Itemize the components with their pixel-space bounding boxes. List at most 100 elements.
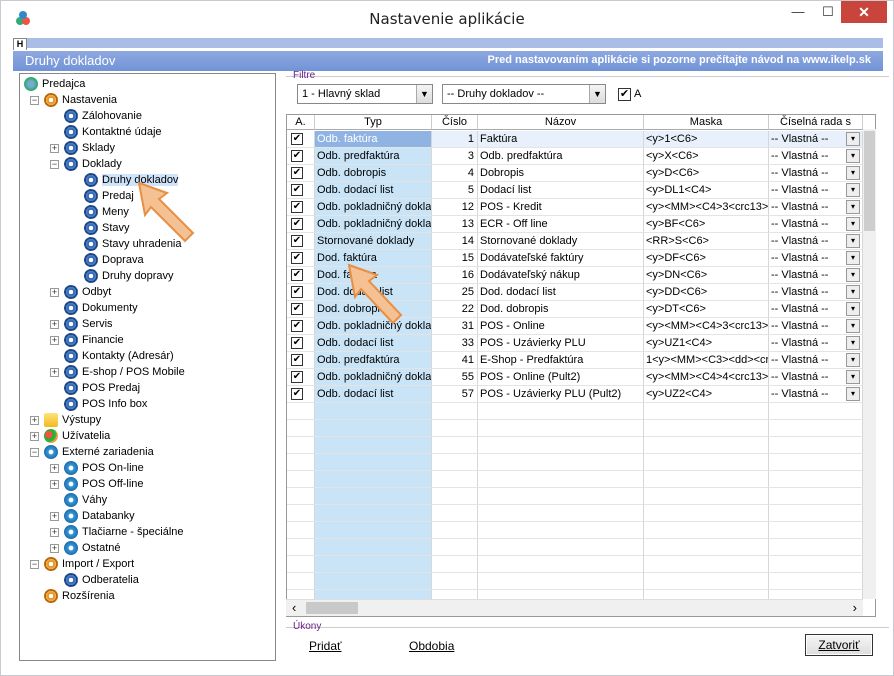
table-cell-rada[interactable]: -- Vlastná -- ▾: [769, 369, 863, 386]
tree-expander[interactable]: +: [50, 544, 59, 553]
tree-item[interactable]: POS Info box: [64, 396, 147, 412]
table-cell-rada[interactable]: -- Vlastná -- ▾: [769, 386, 863, 403]
tree-item[interactable]: Kontakty (Adresár): [64, 348, 174, 364]
vertical-scroll-thumb[interactable]: [864, 131, 875, 231]
tree-item[interactable]: Váhy: [64, 492, 107, 508]
table-cell-rada[interactable]: -- Vlastná -- ▾: [769, 352, 863, 369]
tree-expander[interactable]: +: [50, 336, 59, 345]
tree-expander[interactable]: +: [50, 288, 59, 297]
navigation-tree[interactable]: Predajca − Nastavenia Zálohovanie Kontaktné …: [19, 73, 276, 661]
table-cell-maska[interactable]: <y>DF<C6>: [644, 250, 769, 267]
chevron-down-icon[interactable]: ▾: [846, 251, 860, 265]
tree-item[interactable]: Užívatelia: [44, 428, 110, 444]
tree-item[interactable]: Odberatelia: [64, 572, 139, 588]
table-cell-rada[interactable]: -- Vlastná -- ▾: [769, 267, 863, 284]
table-cell-cislo[interactable]: 15: [432, 250, 478, 267]
table-cell-cislo[interactable]: 31: [432, 318, 478, 335]
table-cell-cislo[interactable]: 3: [432, 148, 478, 165]
table-cell-cislo[interactable]: 1: [432, 131, 478, 148]
table-cell-maska[interactable]: <y>DN<C6>: [644, 267, 769, 284]
menu-tab-h[interactable]: H: [13, 38, 27, 50]
table-cell-rada[interactable]: -- Vlastná -- ▾: [769, 165, 863, 182]
mask-column-header[interactable]: Maska: [644, 115, 769, 130]
chevron-down-icon[interactable]: ▾: [846, 132, 860, 146]
tree-expander[interactable]: −: [30, 448, 39, 457]
tree-expander[interactable]: −: [50, 160, 59, 169]
row-active-checkbox[interactable]: ✔: [291, 320, 303, 333]
table-cell-nazov[interactable]: ECR - Off line: [478, 216, 644, 233]
tree-item[interactable]: Databanky: [64, 508, 135, 524]
close-dialog-button[interactable]: Zatvoriť: [805, 634, 873, 656]
tree-item[interactable]: Doprava: [84, 252, 144, 268]
table-cell-maska[interactable]: <y>UZ2<C4>: [644, 386, 769, 403]
tree-expander[interactable]: +: [50, 320, 59, 329]
table-cell-nazov[interactable]: E-Shop - Predfaktúra: [478, 352, 644, 369]
table-cell-cislo[interactable]: 55: [432, 369, 478, 386]
active-column-header[interactable]: A.: [287, 115, 315, 130]
tree-item[interactable]: Financie: [64, 332, 124, 348]
tree-item[interactable]: POS Predaj: [64, 380, 140, 396]
row-active-checkbox[interactable]: ✔: [291, 371, 303, 384]
table-cell-nazov[interactable]: POS - Online (Pult2): [478, 369, 644, 386]
chevron-down-icon[interactable]: ▾: [846, 370, 860, 384]
table-cell-maska[interactable]: <y>D<C6>: [644, 165, 769, 182]
chevron-down-icon[interactable]: ▾: [846, 183, 860, 197]
row-active-checkbox[interactable]: ✔: [291, 252, 303, 265]
table-cell-cislo[interactable]: 12: [432, 199, 478, 216]
tree-item[interactable]: POS Off-line: [64, 476, 144, 492]
tree-expander[interactable]: +: [50, 480, 59, 489]
table-cell-nazov[interactable]: Dobropis: [478, 165, 644, 182]
table-cell-rada[interactable]: -- Vlastná -- ▾: [769, 335, 863, 352]
table-cell-cislo[interactable]: 4: [432, 165, 478, 182]
table-cell-rada[interactable]: -- Vlastná -- ▾: [769, 318, 863, 335]
row-active-cell[interactable]: ✔: [287, 318, 315, 335]
chevron-down-icon[interactable]: ▾: [846, 268, 860, 282]
table-cell-nazov[interactable]: Dodávateľské faktúry: [478, 250, 644, 267]
tree-item[interactable]: Predajca: [24, 76, 85, 92]
row-active-cell[interactable]: ✔: [287, 369, 315, 386]
table-cell-rada[interactable]: -- Vlastná -- ▾: [769, 284, 863, 301]
tree-item[interactable]: E-shop / POS Mobile: [64, 364, 185, 380]
chevron-down-icon[interactable]: ▾: [846, 319, 860, 333]
row-active-checkbox[interactable]: ✔: [291, 286, 303, 299]
table-cell-maska[interactable]: <y>DL1<C4>: [644, 182, 769, 199]
chevron-down-icon[interactable]: ▾: [846, 200, 860, 214]
row-active-cell[interactable]: ✔: [287, 165, 315, 182]
row-active-checkbox[interactable]: ✔: [291, 201, 303, 214]
chevron-down-icon[interactable]: ▼: [416, 85, 432, 103]
tree-item[interactable]: Kontaktné údaje: [64, 124, 162, 140]
table-cell-cislo[interactable]: 5: [432, 182, 478, 199]
tree-item[interactable]: Odbyt: [64, 284, 111, 300]
table-cell-maska[interactable]: <y><MM><C4>4<crc13>: [644, 369, 769, 386]
row-active-checkbox[interactable]: ✔: [291, 133, 303, 146]
table-cell-cislo[interactable]: 33: [432, 335, 478, 352]
table-cell-nazov[interactable]: Odb. predfaktúra: [478, 148, 644, 165]
row-active-checkbox[interactable]: ✔: [291, 337, 303, 350]
table-cell-maska[interactable]: 1<y><MM><C3><dd><crc: [644, 352, 769, 369]
row-active-cell[interactable]: ✔: [287, 284, 315, 301]
table-cell-rada[interactable]: -- Vlastná -- ▾: [769, 216, 863, 233]
tree-item[interactable]: Servis: [64, 316, 113, 332]
scroll-left-icon[interactable]: ‹: [292, 600, 296, 615]
chevron-down-icon[interactable]: ▾: [846, 149, 860, 163]
row-active-cell[interactable]: ✔: [287, 199, 315, 216]
tree-item[interactable]: Externé zariadenia: [44, 444, 154, 460]
row-active-checkbox[interactable]: ✔: [291, 218, 303, 231]
row-active-cell[interactable]: ✔: [287, 386, 315, 403]
tree-item[interactable]: Výstupy: [44, 412, 101, 428]
row-active-cell[interactable]: ✔: [287, 250, 315, 267]
row-active-cell[interactable]: ✔: [287, 131, 315, 148]
table-cell-cislo[interactable]: 57: [432, 386, 478, 403]
table-cell-nazov[interactable]: Dod. dodací list: [478, 284, 644, 301]
maximize-button[interactable]: ☐: [813, 1, 843, 23]
table-cell-typ[interactable]: Odb. pokladničný doklad: [315, 199, 432, 216]
row-active-checkbox[interactable]: ✔: [291, 388, 303, 401]
row-active-cell[interactable]: ✔: [287, 352, 315, 369]
table-cell-maska[interactable]: <y><MM><C4>3<crc13>: [644, 318, 769, 335]
table-cell-nazov[interactable]: Dodávateľský nákup: [478, 267, 644, 284]
table-cell-nazov[interactable]: Dodací list: [478, 182, 644, 199]
periods-button[interactable]: Obdobia: [409, 639, 454, 653]
tree-item[interactable]: Ostatné: [64, 540, 121, 556]
chevron-down-icon[interactable]: ▾: [846, 302, 860, 316]
tree-item[interactable]: Sklady: [64, 140, 115, 156]
